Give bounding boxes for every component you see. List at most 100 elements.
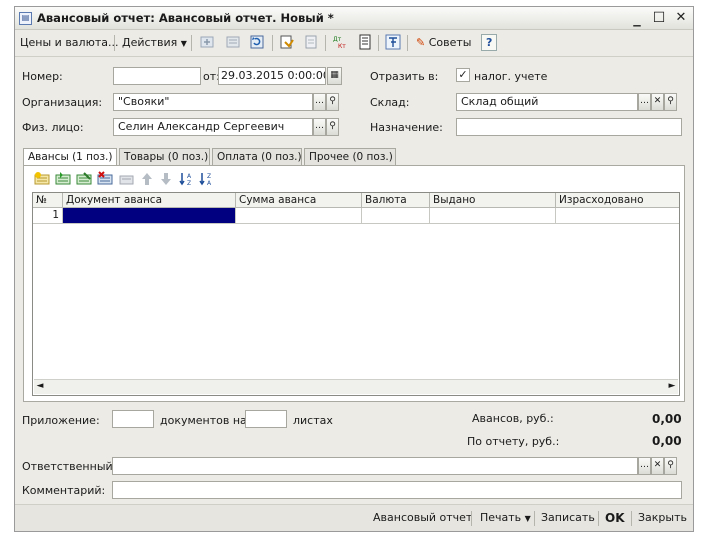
responsible-field[interactable] [112,457,638,475]
document-cell-selected[interactable] [63,208,236,224]
person-label: Физ. лицо: [22,121,84,134]
edit-row-icon[interactable] [76,171,94,187]
horizontal-scrollbar[interactable]: ◄ ► [34,379,678,394]
date-field[interactable]: 29.03.2015 0:00:00 [218,67,326,85]
attachment-label: Приложение: [22,414,100,427]
select-ellipsis-button[interactable]: … [638,93,651,111]
comment-label: Комментарий: [22,484,106,497]
select-ellipsis-button[interactable]: … [313,93,326,111]
organization-label: Организация: [22,96,103,109]
open-search-icon[interactable]: ⚲ [326,118,339,136]
organization-field[interactable]: "Свояки" [113,93,313,111]
number-label: Номер: [22,70,63,83]
purpose-field[interactable] [456,118,682,136]
tax-accounting-checkbox[interactable]: ✓ [456,68,470,82]
clear-icon[interactable]: ✕ [651,457,664,475]
add-row-icon[interactable] [34,171,52,187]
dt-kt-icon[interactable]: ДтКт [331,34,347,50]
toolbar-separator [378,35,379,51]
advances-total-value: 0,00 [652,412,682,426]
responsible-label: Ответственный: [22,460,117,473]
advances-total-label: Авансов, руб.: [472,412,554,425]
close-form-button[interactable]: Закрыть [634,509,691,527]
warehouse-label: Склад: [370,96,410,109]
advice-button[interactable]: ✎ Советы [413,33,474,52]
structure-subordination-icon[interactable] [385,34,401,50]
tax-accounting-label: налог. учете [474,70,548,83]
person-field[interactable]: Селин Александр Сергеевич [113,118,313,136]
maximize-button[interactable]: ☐ [649,8,669,28]
column-header-issued[interactable]: Выдано [430,193,556,208]
refresh-icon[interactable] [249,34,265,50]
tab-other[interactable]: Прочее (0 поз.) [304,148,396,165]
advance-report-print-button[interactable]: Авансовый отчет [369,509,476,527]
column-header-currency[interactable]: Валюта [362,193,430,208]
toolbar: Цены и валюта... Действия ▼ Дт Кт ✎ Совет… [15,30,693,57]
end-edit-icon[interactable] [118,171,136,187]
tab-advances[interactable]: Авансы (1 поз.) [23,148,117,166]
scroll-right-icon[interactable]: ► [666,380,678,393]
sort-ascending-icon[interactable]: AZ [179,171,197,187]
comment-field[interactable] [112,481,682,499]
toolbar-separator [191,35,192,51]
select-ellipsis-button[interactable]: … [313,118,326,136]
currency-cell[interactable] [362,208,430,224]
warehouse-field[interactable]: Склад общий [456,93,638,111]
structure-icon[interactable] [225,34,241,50]
advances-panel: AZ ZA № Документ аванса Сумма аванса Вал… [23,165,685,402]
number-field[interactable] [113,67,201,85]
add-row-icon[interactable] [199,34,215,50]
column-header-amount[interactable]: Сумма аванса [236,193,362,208]
close-button[interactable]: ✕ [671,8,691,28]
column-header-document[interactable]: Документ аванса [63,193,236,208]
prices-currency-button[interactable]: Цены и валюта... [17,33,121,52]
report-total-label: По отчету, руб.: [467,435,560,448]
select-ellipsis-button[interactable]: … [638,457,651,475]
clear-icon[interactable]: ✕ [651,93,664,111]
sort-descending-icon[interactable]: ZA [199,171,217,187]
window-title: Авансовый отчет: Авансовый отчет. Новый … [37,11,334,25]
tab-goods[interactable]: Товары (0 поз.) [119,148,210,165]
print-menu-button[interactable]: Печать ▼ [476,509,535,527]
post-icon[interactable] [303,34,319,50]
actions-menu-button[interactable]: Действия ▼ [119,33,190,52]
column-header-number[interactable]: № [33,193,63,208]
move-up-icon[interactable] [139,171,155,187]
spent-cell[interactable] [556,208,679,224]
toolbar-separator [272,35,273,51]
toolbar-separator [114,35,115,51]
calendar-icon[interactable]: ▦ [327,67,342,85]
column-header-spent[interactable]: Израсходовано [556,193,679,208]
delete-row-icon[interactable] [97,171,115,187]
svg-text:Кт: Кт [338,43,346,50]
purpose-label: Назначение: [370,121,443,134]
open-search-icon[interactable]: ⚲ [664,457,677,475]
svg-text:A: A [187,173,192,180]
advice-icon: ✎ [416,36,426,49]
chevron-down-icon: ▼ [180,39,187,48]
move-down-icon[interactable] [158,171,174,187]
document-list-icon[interactable] [357,34,373,50]
attachment-docs-field[interactable] [112,410,154,428]
reflect-label: Отразить в: [370,70,439,83]
scroll-left-icon[interactable]: ◄ [34,380,46,393]
row-number-cell: 1 [33,208,63,224]
fill-icon[interactable] [279,34,295,50]
ok-button[interactable]: OK [601,509,629,527]
docs-on-label: документов на [160,414,247,427]
amount-cell[interactable] [236,208,362,224]
save-button[interactable]: Записать [537,509,599,527]
open-search-icon[interactable]: ⚲ [664,93,677,111]
report-total-value: 0,00 [652,434,682,448]
copy-row-icon[interactable] [55,171,73,187]
minimize-button[interactable]: _ [627,8,647,28]
issued-cell[interactable] [430,208,556,224]
footer-separator [631,511,632,526]
help-button[interactable]: ? [481,34,498,51]
document-window: ▤ Авансовый отчет: Авансовый отчет. Новы… [14,6,694,532]
tab-payment[interactable]: Оплата (0 поз.) [212,148,302,165]
open-search-icon[interactable]: ⚲ [326,93,339,111]
title-bar: ▤ Авансовый отчет: Авансовый отчет. Новы… [15,7,693,30]
sheets-label: листах [293,414,333,427]
sheets-field[interactable] [245,410,287,428]
